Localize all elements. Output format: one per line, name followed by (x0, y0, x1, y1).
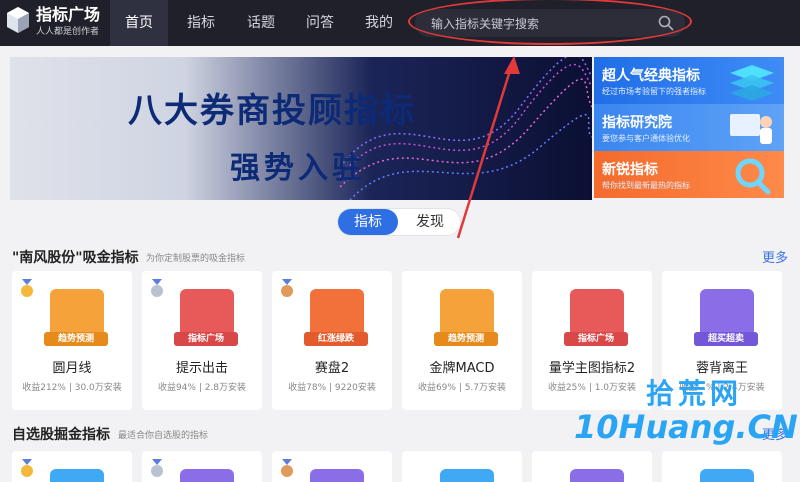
indicator-app-icon (570, 469, 624, 482)
silver-medal-icon (151, 459, 163, 477)
indicator-tag: 红涨绿跌 (304, 332, 368, 346)
nav-indicators[interactable]: 指标 (172, 0, 230, 46)
indicator-name: 金牌MACD (429, 361, 495, 376)
search-placeholder: 输入指标关键字搜索 (431, 17, 540, 31)
promo-banner[interactable]: 八大券商投顾指标 强势入驻 (10, 57, 592, 200)
indicator-stats: 收益212% | 30.0万安装 (22, 383, 122, 393)
indicator-card[interactable] (662, 451, 782, 482)
indicator-tag: 超买超卖 (694, 332, 758, 346)
indicator-card[interactable]: 趋势预测圆月线收益212% | 30.0万安装 (12, 271, 132, 410)
indicator-stats: 收益69% | 5.7万安装 (417, 383, 507, 393)
nav-home[interactable]: 首页 (110, 0, 168, 46)
indicator-card[interactable]: 指标广场提示出击收益94% | 2.8万安装 (142, 271, 262, 410)
indicator-stats: 收益78% | 9220安装 (288, 383, 376, 393)
indicator-card[interactable] (142, 451, 262, 482)
gold-medal-icon (21, 459, 33, 477)
search-icon[interactable] (657, 14, 675, 32)
brand[interactable]: 指标广场 人人都是创作者 (36, 6, 100, 38)
banner-subtitle: 强势入驻 (230, 151, 366, 186)
side-card-classic[interactable]: 超人气经典指标 经过市场考验留下的强者指标 (594, 57, 784, 104)
indicator-app-icon (700, 469, 754, 482)
indicator-app-icon (50, 469, 104, 482)
silver-medal-icon (151, 279, 163, 297)
indicator-card[interactable] (272, 451, 392, 482)
search-input[interactable]: 输入指标关键字搜索 (415, 9, 685, 37)
brand-title: 指标广场 (36, 5, 101, 24)
indicator-card[interactable] (12, 451, 132, 482)
nav-topics[interactable]: 话题 (232, 0, 290, 46)
indicator-app-icon (440, 469, 494, 482)
section-title: 自选股掘金指标 (12, 427, 110, 443)
indicator-card[interactable]: 红涨绿跌赛盘2 收益78% | 9220安装 (272, 271, 392, 410)
content-tabs: 指标 发现 (337, 208, 461, 236)
magnifier-illustration-icon (735, 158, 771, 195)
indicator-tag: 指标广场 (174, 332, 238, 346)
indicator-card[interactable] (532, 451, 652, 482)
logo-icon[interactable] (6, 6, 30, 34)
indicator-app-icon (180, 469, 234, 482)
watermark-line1: 拾荒网 (646, 377, 743, 410)
top-nav-bar: 指标广场 人人都是创作者 首页 指标 话题 问答 我的 输入指标关键字搜索 (0, 0, 800, 46)
brand-slogan: 人人都是创作者 (36, 27, 100, 37)
more-link[interactable]: 更多 (762, 247, 788, 266)
researcher-illustration-icon (730, 114, 772, 144)
indicator-card[interactable] (402, 451, 522, 482)
indicator-name: 提示出击 (175, 361, 228, 376)
indicator-tag: 指标广场 (564, 332, 628, 346)
section-title: "南风股份"吸金指标 (12, 250, 139, 266)
banner-title: 八大券商投顾指标 (128, 91, 416, 131)
indicator-name: 圆月线 (52, 361, 92, 376)
watermark-line2: 10Huang.CN (574, 408, 798, 446)
side-card-title: 新锐指标 (602, 162, 658, 178)
nav-qa[interactable]: 问答 (291, 0, 349, 46)
indicator-name: 赛盘2 (314, 361, 350, 376)
side-card-new[interactable]: 新锐指标 帮你找到最新最热的指标 (594, 151, 784, 198)
nav-mine[interactable]: 我的 (350, 0, 408, 46)
section-subtitle: 最适合你自选股的指标 (118, 431, 209, 441)
bronze-medal-icon (281, 279, 293, 297)
side-card-subtitle: 经过市场考验留下的强者指标 (602, 87, 706, 96)
side-card-title: 超人气经典指标 (602, 68, 700, 84)
indicator-tag: 趋势预测 (434, 332, 498, 346)
indicator-card[interactable]: 趋势预测金牌MACD 收益69% | 5.7万安装 (402, 271, 522, 410)
section-subtitle: 为你定制股票的吸金指标 (146, 254, 246, 264)
tab-discover[interactable]: 发现 (400, 209, 460, 235)
indicator-stats: 收益94% | 2.8万安装 (157, 383, 247, 393)
indicator-tag: 趋势预测 (44, 332, 108, 346)
watermark: 拾荒网 10Huang.CN (568, 372, 800, 452)
bronze-medal-icon (281, 459, 293, 477)
indicator-app-icon (310, 469, 364, 482)
side-card-subtitle: 要您参与客户通体验优化 (602, 134, 690, 143)
tab-indicators[interactable]: 指标 (338, 209, 398, 235)
side-card-research[interactable]: 指标研究院 要您参与客户通体验优化 (594, 104, 784, 151)
side-card-subtitle: 帮你找到最新最热的指标 (602, 181, 690, 190)
side-card-title: 指标研究院 (602, 115, 672, 131)
stack-layers-icon (730, 65, 774, 101)
gold-medal-icon (21, 279, 33, 297)
